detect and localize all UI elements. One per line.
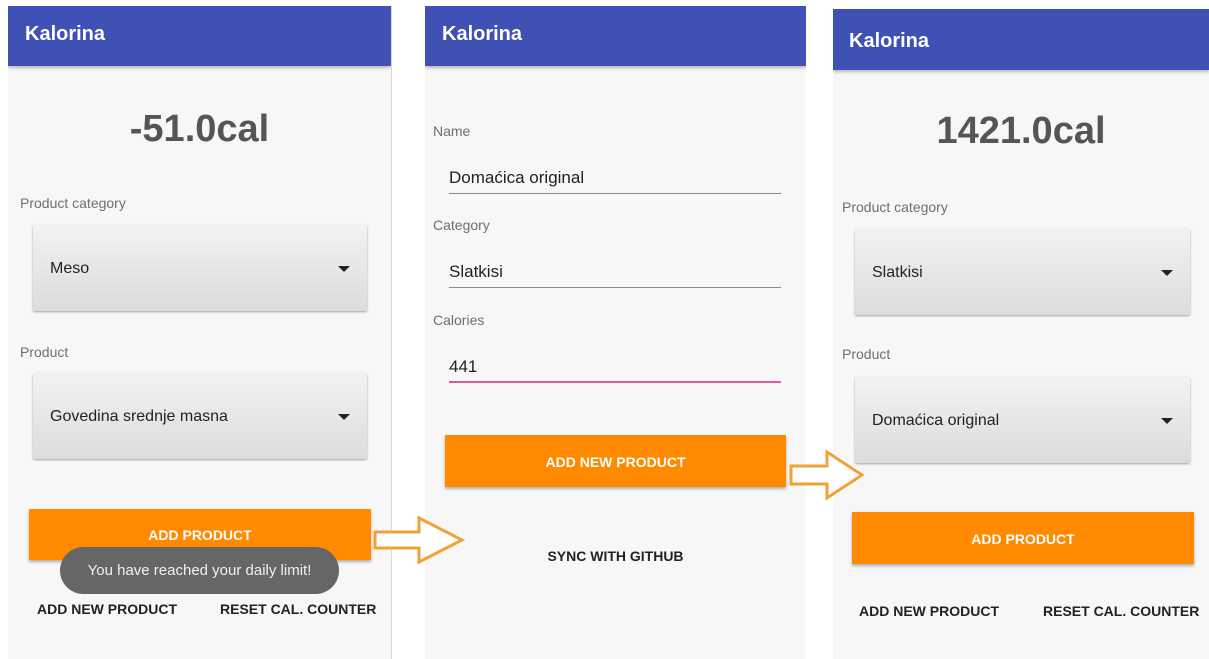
name-label: Name bbox=[433, 123, 471, 139]
product-category-value: Meso bbox=[50, 260, 90, 277]
calorie-counter: 1421.0cal bbox=[936, 110, 1106, 152]
dropdown-caret-icon bbox=[1161, 270, 1173, 276]
app-title: Kalorina bbox=[833, 9, 1209, 70]
product-label: Product bbox=[20, 344, 69, 360]
app-title: Kalorina bbox=[425, 6, 806, 66]
daily-limit-toast: You have reached your daily limit! bbox=[60, 547, 339, 594]
product-value: Domaćica original bbox=[872, 412, 1000, 429]
calories-label: Calories bbox=[433, 312, 485, 328]
reset-counter-button[interactable]: RESET CAL. COUNTER bbox=[220, 601, 376, 617]
product-category-spinner[interactable]: Meso bbox=[33, 225, 367, 311]
screen-main-limit-reached: Kalorina -51.0cal Product category Meso … bbox=[8, 6, 392, 659]
product-category-label: Product category bbox=[20, 195, 126, 211]
product-label: Product bbox=[842, 346, 891, 362]
dropdown-caret-icon bbox=[1161, 418, 1173, 424]
screen-main-updated: Kalorina 1421.0cal Product category Slat… bbox=[833, 9, 1209, 659]
name-input[interactable]: Domaćica original bbox=[449, 168, 584, 188]
product-category-label: Product category bbox=[842, 199, 948, 215]
calories-input[interactable]: 441 bbox=[449, 357, 477, 377]
flow-arrow-icon bbox=[373, 515, 465, 565]
dropdown-caret-icon bbox=[338, 414, 350, 420]
reset-counter-button[interactable]: RESET CAL. COUNTER bbox=[1043, 603, 1199, 619]
category-input-underline bbox=[449, 287, 781, 288]
calories-input-underline bbox=[449, 381, 781, 383]
app-title: Kalorina bbox=[8, 6, 391, 66]
dropdown-caret-icon bbox=[338, 266, 350, 272]
product-spinner[interactable]: Domaćica original bbox=[855, 377, 1190, 463]
sync-github-button[interactable]: SYNC WITH GITHUB bbox=[425, 548, 806, 564]
name-input-underline bbox=[449, 193, 781, 194]
add-new-product-button[interactable]: ADD NEW PRODUCT bbox=[37, 601, 177, 617]
add-new-product-button[interactable]: ADD NEW PRODUCT bbox=[859, 603, 999, 619]
add-product-button[interactable]: ADD PRODUCT bbox=[852, 512, 1194, 564]
product-category-value: Slatkisi bbox=[872, 264, 923, 281]
calorie-counter: -51.0cal bbox=[129, 108, 270, 150]
product-category-spinner[interactable]: Slatkisi bbox=[855, 229, 1190, 315]
comparison-stage: Kalorina -51.0cal Product category Meso … bbox=[0, 0, 1209, 659]
category-label: Category bbox=[433, 217, 490, 233]
add-new-product-button[interactable]: ADD NEW PRODUCT bbox=[445, 435, 786, 487]
flow-arrow-icon bbox=[789, 449, 865, 501]
screen-add-new-product: Kalorina Name Domaćica original Category… bbox=[425, 6, 806, 659]
product-spinner[interactable]: Govedina srednje masna bbox=[33, 373, 367, 459]
product-value: Govedina srednje masna bbox=[50, 408, 228, 425]
category-input[interactable]: Slatkisi bbox=[449, 262, 503, 282]
